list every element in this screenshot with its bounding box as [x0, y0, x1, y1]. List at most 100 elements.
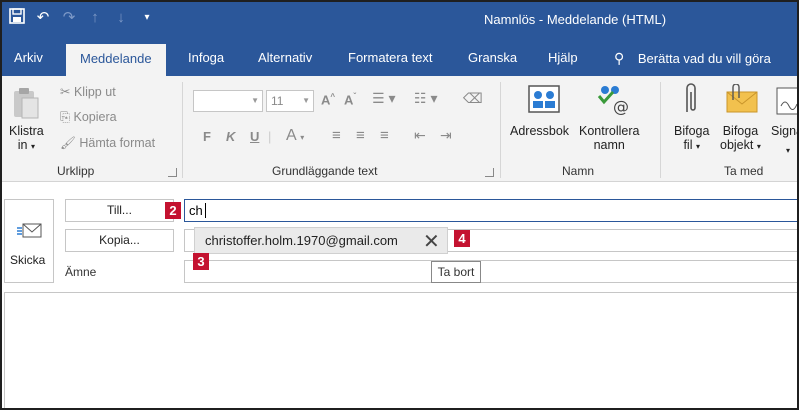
- cut-label: Klipp ut: [73, 85, 116, 99]
- step-marker-3: 3: [193, 253, 209, 270]
- align-right-icon[interactable]: ≡: [380, 127, 389, 144]
- svg-text:@: @: [613, 97, 629, 116]
- autocomplete-suggestion[interactable]: christoffer.holm.1970@gmail.com ✕: [194, 227, 448, 254]
- numbering-icon[interactable]: ☷ ▾: [414, 90, 437, 107]
- divider: |: [268, 129, 272, 144]
- copy-button[interactable]: ⎘ Kopiera: [60, 110, 117, 125]
- send-label: Skicka: [10, 253, 46, 267]
- tab-formatera-text[interactable]: Formatera text: [344, 40, 437, 76]
- attach-file-label-1: Bifoga: [674, 124, 710, 138]
- scissors-icon: ✂: [60, 85, 71, 99]
- address-book-icon: [527, 84, 561, 117]
- suggestion-email: christoffer.holm.1970@gmail.com: [205, 233, 398, 248]
- bold-button[interactable]: F: [203, 129, 211, 144]
- group-label-names: Namn: [562, 164, 595, 178]
- window-title: Namnlös - Meddelande (HTML): [484, 12, 667, 27]
- tab-infoga[interactable]: Infoga: [184, 40, 228, 76]
- basic-text-launcher-icon[interactable]: [485, 168, 494, 177]
- attach-item-button[interactable]: Bifoga objekt ▾: [720, 124, 761, 152]
- shrink-font-icon[interactable]: Aˇ: [344, 92, 356, 107]
- tab-meddelande[interactable]: Meddelande: [66, 44, 166, 76]
- subject-label: Ämne: [65, 265, 97, 279]
- font-color-icon[interactable]: A ▾: [286, 127, 304, 145]
- to-field-value: ch: [189, 203, 203, 218]
- paste-icon: [12, 86, 40, 125]
- dropdown-arrow-icon: ▾: [786, 146, 791, 155]
- check-names-icon: @: [595, 82, 631, 119]
- grow-font-icon[interactable]: A^: [321, 92, 335, 107]
- step-marker-2: 2: [165, 202, 181, 219]
- send-icon: [17, 222, 43, 243]
- quick-access-toolbar: ↶ ↷ ↑ ↓ ▾: [8, 8, 156, 28]
- format-painter-icon: 🖌: [60, 136, 76, 150]
- attach-file-button[interactable]: Bifoga fil ▾: [674, 124, 709, 152]
- check-names-label-1: Kontrollera: [579, 124, 640, 138]
- font-size-combo[interactable]: 11 ▼: [266, 90, 314, 112]
- paste-label-2: in ▾: [17, 138, 35, 152]
- message-body[interactable]: [4, 292, 799, 410]
- chevron-down-icon: ▼: [251, 96, 259, 105]
- cut-button[interactable]: ✂ Klipp ut: [60, 84, 116, 99]
- format-painter-label: Hämta format: [79, 136, 156, 150]
- tab-hjalp[interactable]: Hjälp: [544, 40, 582, 76]
- to-field[interactable]: ch: [184, 199, 799, 222]
- up-arrow-icon[interactable]: ↑: [86, 8, 104, 28]
- underline-button[interactable]: U: [250, 129, 259, 144]
- group-divider: [182, 82, 183, 178]
- to-button[interactable]: Till...: [65, 199, 174, 222]
- ribbon-tabs: Arkiv Meddelande Infoga Alternativ Forma…: [0, 40, 799, 76]
- tab-granska[interactable]: Granska: [464, 40, 521, 76]
- close-icon[interactable]: ✕: [423, 229, 440, 254]
- lightbulb-icon: ⚲: [614, 50, 625, 66]
- tooltip: Ta bort: [431, 261, 481, 283]
- dropdown-arrow-icon: ▾: [30, 142, 35, 151]
- font-size-value: 11: [271, 94, 284, 108]
- send-button[interactable]: [4, 199, 54, 283]
- subject-field[interactable]: [184, 260, 799, 283]
- clear-formatting-icon[interactable]: ⌫: [463, 90, 483, 107]
- dropdown-arrow-icon: ▾: [756, 142, 761, 151]
- step-marker-4: 4: [454, 230, 470, 247]
- chevron-down-icon: ▼: [302, 96, 310, 105]
- attach-item-label-1: Bifoga: [722, 124, 759, 138]
- paste-button[interactable]: Klistra in ▾: [9, 124, 44, 152]
- tell-me-box[interactable]: ⚲ Berätta vad du vill göra: [610, 40, 775, 76]
- cc-button[interactable]: Kopia...: [65, 229, 174, 252]
- group-divider: [660, 82, 661, 178]
- group-divider: [500, 82, 501, 178]
- redo-icon[interactable]: ↷: [60, 8, 78, 28]
- text-cursor: [205, 203, 206, 218]
- check-names-button[interactable]: Kontrollera namn: [579, 124, 639, 152]
- align-left-icon[interactable]: ≡: [332, 127, 341, 144]
- font-name-combo[interactable]: ▼: [193, 90, 263, 112]
- increase-indent-icon[interactable]: ⇥: [440, 127, 452, 144]
- down-arrow-icon[interactable]: ↓: [112, 8, 130, 28]
- group-label-include: Ta med: [724, 164, 764, 178]
- format-painter-button[interactable]: 🖌 Hämta format: [60, 136, 155, 151]
- align-center-icon[interactable]: ≡: [356, 127, 365, 144]
- attach-item-icon: [725, 83, 759, 117]
- decrease-indent-icon[interactable]: ⇤: [414, 127, 426, 144]
- tab-alternativ[interactable]: Alternativ: [254, 40, 316, 76]
- group-label-basic-text: Grundläggande text: [272, 164, 378, 178]
- ribbon: Klistra in ▾ ✂ Klipp ut ⎘ Kopiera 🖌 Hämt…: [0, 76, 799, 182]
- tell-me-label: Berätta vad du vill göra: [637, 51, 771, 66]
- bullets-icon[interactable]: ☰ ▾: [372, 90, 395, 107]
- customize-qat-icon[interactable]: ▾: [138, 8, 156, 28]
- title-bar: ↶ ↷ ↑ ↓ ▾ Namnlös - Meddelande (HTML): [0, 0, 799, 40]
- italic-button[interactable]: K: [226, 129, 235, 144]
- undo-icon[interactable]: ↶: [34, 8, 52, 28]
- clipboard-launcher-icon[interactable]: [168, 168, 177, 177]
- paperclip-icon: [682, 82, 698, 119]
- attach-file-label-2: fil ▾: [683, 138, 700, 152]
- group-label-clipboard: Urklipp: [57, 164, 95, 178]
- signature-icon: [775, 86, 799, 119]
- check-names-label-2: namn: [593, 138, 625, 152]
- paste-label-1: Klistra: [9, 124, 44, 138]
- attach-item-label-2: objekt ▾: [720, 138, 761, 152]
- address-book-button[interactable]: Adressbok: [510, 124, 569, 138]
- save-icon[interactable]: [8, 8, 26, 28]
- tab-arkiv[interactable]: Arkiv: [10, 40, 47, 76]
- dropdown-arrow-icon: ▾: [695, 142, 700, 151]
- signature-button[interactable]: Signa: [771, 124, 799, 138]
